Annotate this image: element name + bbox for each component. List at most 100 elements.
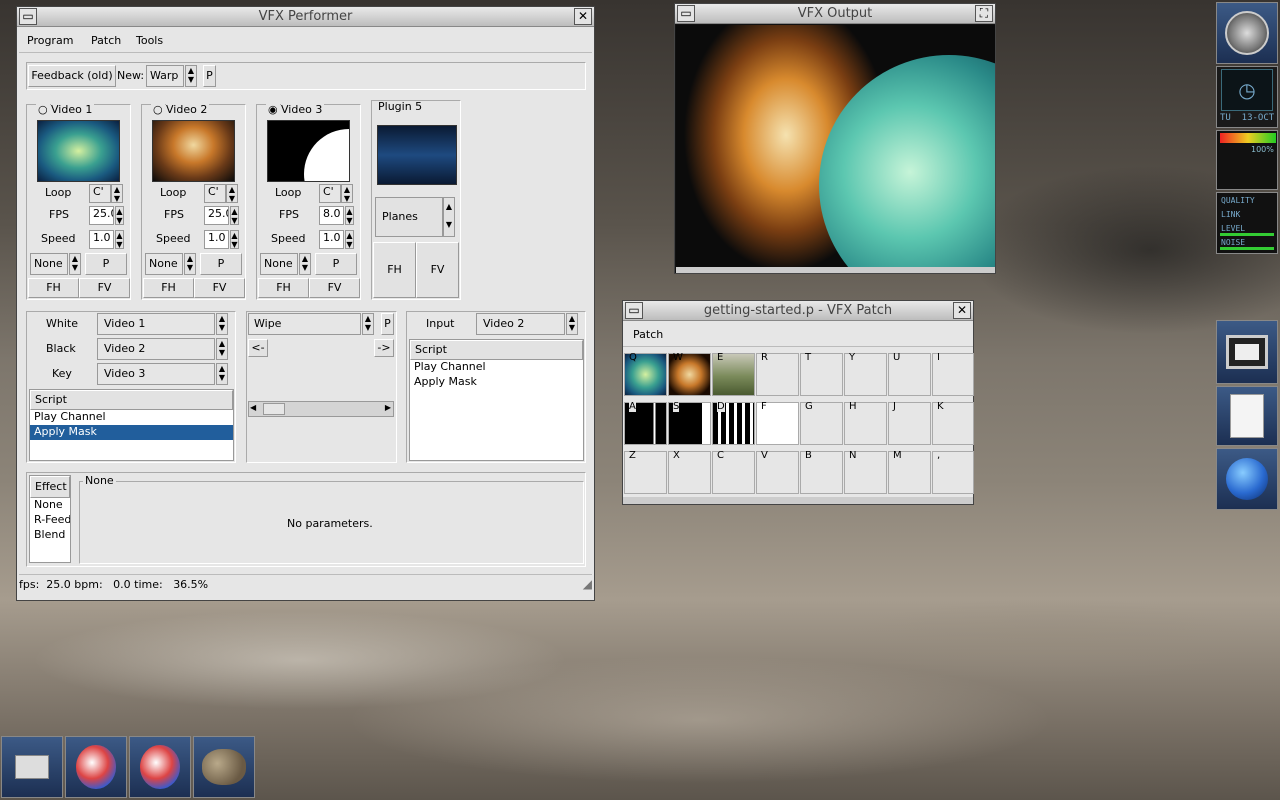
patch-cell-v[interactable]: V <box>756 450 799 494</box>
channel-3-loop-spinner[interactable]: ▲ ▼ <box>341 184 353 203</box>
patch-cell-x[interactable]: X <box>668 450 711 494</box>
script-header[interactable]: Script <box>30 390 233 410</box>
channel-1-fh-button[interactable]: FH <box>28 278 79 298</box>
effect-header[interactable]: Effect <box>30 476 70 498</box>
plugin-thumbnail[interactable] <box>377 125 457 185</box>
channel-3-fps-spinner[interactable]: ▲ ▼ <box>345 206 354 225</box>
plugin-select[interactable]: Planes <box>375 197 443 237</box>
patch-cell-y[interactable]: Y <box>844 352 887 396</box>
patch-cell-h[interactable]: H <box>844 401 887 445</box>
black-select[interactable]: Video 2 <box>97 338 215 360</box>
wipe-left-button[interactable]: <- <box>248 339 268 357</box>
channel-2-thumbnail[interactable] <box>152 120 235 182</box>
patch-menu[interactable]: Patch <box>633 328 663 341</box>
patch-cell-n[interactable]: N <box>844 450 887 494</box>
script-item-play-channel[interactable]: Play Channel <box>30 410 233 425</box>
app-launcher-1-icon[interactable] <box>65 736 127 798</box>
channel-1-radio[interactable]: ○ <box>36 103 50 116</box>
script-item-apply-mask[interactable]: Apply Mask <box>30 425 233 440</box>
channel-3-speed-spinner[interactable]: ▲ ▼ <box>345 230 354 249</box>
input-script-list[interactable]: Script Play Channel Apply Mask <box>409 339 584 461</box>
menu-patch[interactable]: Patch <box>91 34 121 47</box>
dock-logo-icon[interactable] <box>1216 2 1278 64</box>
menu-program[interactable]: Program <box>27 34 73 47</box>
patch-menu-icon[interactable]: ▭ <box>625 302 643 319</box>
scroll-left-icon[interactable]: ◀ <box>250 403 256 412</box>
app-launcher-2-icon[interactable] <box>129 736 191 798</box>
channel-3-blend-spinner[interactable]: ▲ ▼ <box>299 253 311 275</box>
wipe-select[interactable]: Wipe <box>248 313 361 335</box>
channel-2-blend[interactable]: None <box>145 253 183 275</box>
output-scrollbar[interactable] <box>676 267 995 273</box>
input-script-apply-mask[interactable]: Apply Mask <box>410 375 583 390</box>
output-menu-icon[interactable]: ▭ <box>677 5 695 22</box>
effect-item-none[interactable]: None <box>30 498 70 513</box>
input-script-header[interactable]: Script <box>410 340 583 360</box>
white-spinner[interactable]: ▲ ▼ <box>216 313 228 335</box>
input-select[interactable]: Video 2 <box>476 313 565 335</box>
channel-3-p-button[interactable]: P <box>315 253 357 275</box>
wipe-scrollbar[interactable]: ◀ ▶ <box>248 401 394 417</box>
patch-cell-e[interactable]: E <box>712 352 755 396</box>
wordprocessor-icon[interactable] <box>1216 386 1278 446</box>
channel-1-fps-spinner[interactable]: ▲ ▼ <box>115 206 124 225</box>
input-script-play-channel[interactable]: Play Channel <box>410 360 583 375</box>
wipe-scroll-thumb[interactable] <box>263 403 285 415</box>
mail-icon[interactable] <box>1 736 63 798</box>
effect-list[interactable]: Effect None R-Feed Blend <box>29 475 71 563</box>
effect-item-blend[interactable]: Blend <box>30 528 70 543</box>
channel-1-speed-spinner[interactable]: ▲ ▼ <box>115 230 124 249</box>
channel-2-p-button[interactable]: P <box>200 253 242 275</box>
patch-cell-f[interactable]: F <box>756 401 799 445</box>
patch-cell-m[interactable]: M <box>888 450 931 494</box>
channel-2-speed-spinner[interactable]: ▲ ▼ <box>230 230 239 249</box>
channel-2-loop[interactable]: C' <box>204 184 226 203</box>
patch-cell-s[interactable]: S <box>668 401 711 445</box>
channel-2-blend-spinner[interactable]: ▲ ▼ <box>184 253 196 275</box>
channel-2-speed[interactable]: 1.0 <box>204 230 229 249</box>
channel-3-fv-button[interactable]: FV <box>309 278 360 298</box>
patch-title-bar[interactable]: ▭ getting-started.p - VFX Patch ✕ <box>623 301 973 321</box>
close-icon[interactable]: ✕ <box>574 8 592 25</box>
channel-1-speed[interactable]: 1.0 <box>89 230 114 249</box>
channel-1-fps[interactable]: 25.0 <box>89 206 114 225</box>
window-menu-icon[interactable]: ▭ <box>19 8 37 25</box>
effect-item-rfeed[interactable]: R-Feed <box>30 513 70 528</box>
title-bar[interactable]: ▭ VFX Performer ✕ <box>17 7 594 27</box>
patch-cell-q[interactable]: Q <box>624 352 667 396</box>
patch-cell-t[interactable]: T <box>800 352 843 396</box>
channel-3-thumbnail[interactable] <box>267 120 350 182</box>
terminal-icon[interactable] <box>1216 320 1278 384</box>
channel-2-fh-button[interactable]: FH <box>143 278 194 298</box>
channel-2-radio[interactable]: ○ <box>151 103 165 116</box>
key-spinner[interactable]: ▲ ▼ <box>216 363 228 385</box>
input-spinner[interactable]: ▲ ▼ <box>566 313 578 335</box>
white-select[interactable]: Video 1 <box>97 313 215 335</box>
channel-1-thumbnail[interactable] <box>37 120 120 182</box>
new-spinner[interactable]: ▲ ▼ <box>185 65 197 87</box>
patch-cell-i[interactable]: I <box>932 352 974 396</box>
channel-1-fv-button[interactable]: FV <box>79 278 130 298</box>
channel-1-p-button[interactable]: P <box>85 253 127 275</box>
patch-cell-j[interactable]: J <box>888 401 931 445</box>
new-p-button[interactable]: P <box>203 65 216 87</box>
new-select[interactable]: Warp <box>146 65 184 87</box>
plugin-spinner[interactable]: ▲ ▼ <box>443 197 455 237</box>
wipe-spinner[interactable]: ▲ ▼ <box>362 313 374 335</box>
wipe-p-button[interactable]: P <box>381 313 394 335</box>
patch-cell-z[interactable]: Z <box>624 450 667 494</box>
channel-3-fps[interactable]: 8.0 <box>319 206 344 225</box>
channel-2-fv-button[interactable]: FV <box>194 278 245 298</box>
channel-1-blend-spinner[interactable]: ▲ ▼ <box>69 253 81 275</box>
channel-3-speed[interactable]: 1.0 <box>319 230 344 249</box>
plugin-fh-button[interactable]: FH <box>373 242 416 298</box>
output-title-bar[interactable]: ▭ VFX Output ⛶ <box>675 4 995 24</box>
patch-scrollbar[interactable] <box>623 497 973 504</box>
black-spinner[interactable]: ▲ ▼ <box>216 338 228 360</box>
plugin-fv-button[interactable]: FV <box>416 242 459 298</box>
patch-cell-b[interactable]: B <box>800 450 843 494</box>
gimp-icon[interactable] <box>193 736 255 798</box>
wipe-right-button[interactable]: -> <box>374 339 394 357</box>
channel-2-loop-spinner[interactable]: ▲ ▼ <box>226 184 238 203</box>
channel-1-blend[interactable]: None <box>30 253 68 275</box>
